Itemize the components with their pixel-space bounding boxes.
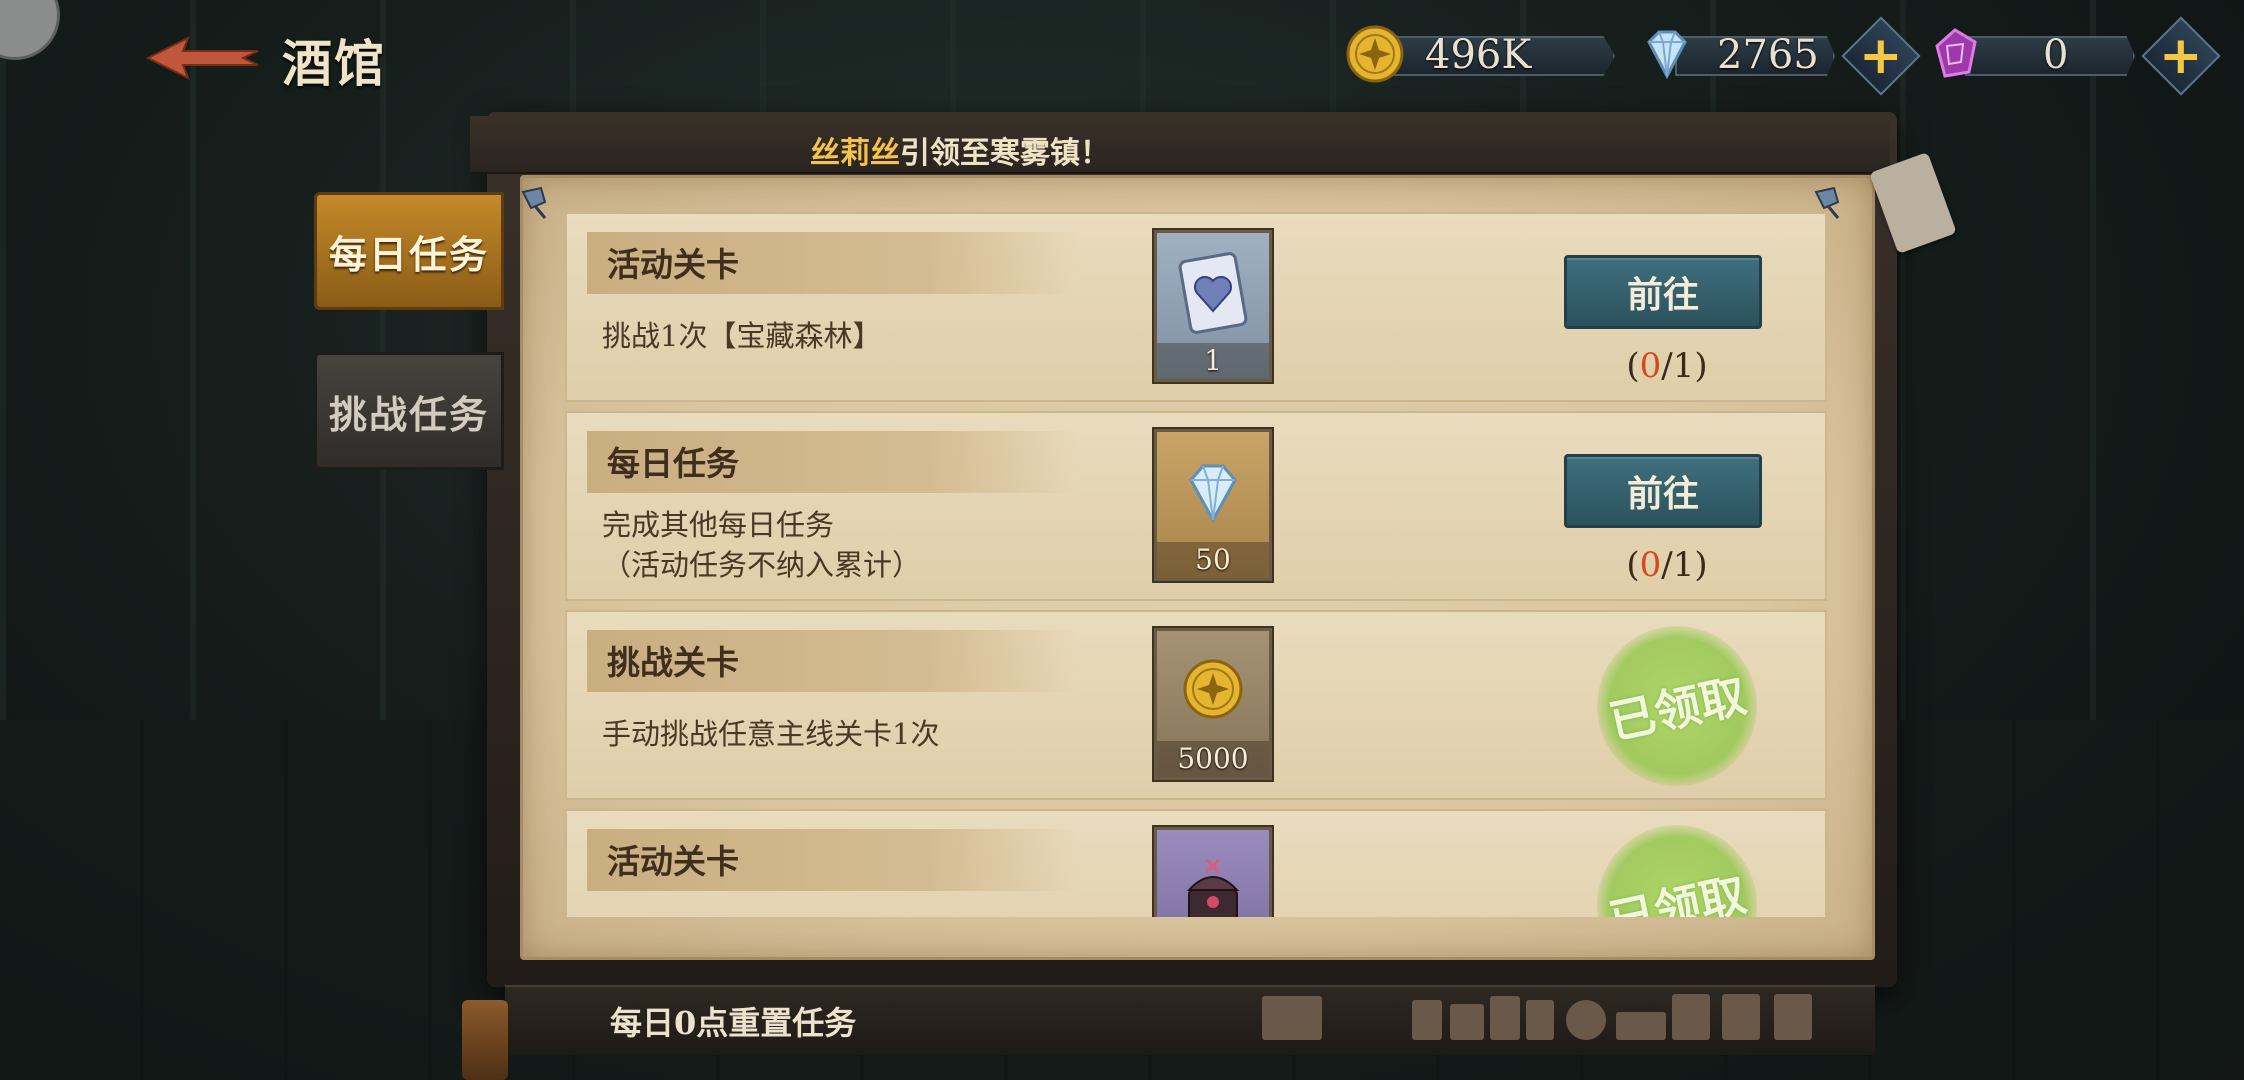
reward-slot[interactable]: 50 — [1154, 429, 1272, 581]
task-name: 挑战关卡 — [607, 643, 739, 682]
gold-currency: 496K — [1345, 24, 1615, 84]
go-button[interactable]: 前往 — [1564, 255, 1762, 329]
gold-coin-icon — [1171, 645, 1255, 737]
task-name: 活动关卡 — [607, 842, 739, 881]
claimed-stamp: 已领取 — [1582, 611, 1772, 801]
task-description: 完成其他每日任务 （活动任务不纳入累计） — [602, 508, 922, 582]
heart-card-icon — [1171, 247, 1255, 339]
task-name: 活动关卡 — [607, 245, 739, 284]
jar-icon — [1526, 1000, 1554, 1040]
diamond-icon — [1171, 446, 1255, 538]
reward-slot[interactable]: 1 — [1154, 230, 1272, 382]
pin-icon — [521, 186, 547, 219]
task-card: 活动关卡 已领取 — [565, 809, 1827, 917]
banner-message: 丝莉丝引领至寒雾镇！ — [810, 128, 1110, 172]
task-list[interactable]: 活动关卡 挑战1次【宝藏森林】 1 前往 (0/1) 每日任务 完成其他每日任务… — [565, 212, 1827, 917]
purple-crystal-icon — [1925, 24, 1985, 84]
crystal-value: 0 — [2043, 32, 2069, 78]
task-progress: (0/1) — [1626, 545, 1708, 585]
scroll-icon — [1616, 1012, 1666, 1040]
claimed-stamp: 已领取 — [1582, 810, 1772, 917]
tab-challenge-label: 挑战任务 — [328, 391, 489, 437]
tab-daily-tasks[interactable]: 每日任务 — [314, 192, 504, 310]
task-card: 每日任务 完成其他每日任务 （活动任务不纳入累计） 50 前往 (0/1) — [565, 411, 1827, 601]
reward-count: 5000 — [1157, 741, 1269, 777]
task-card: 挑战关卡 手动挑战任意主线关卡1次 5000 已领取 — [565, 610, 1827, 801]
reward-slot[interactable] — [1154, 827, 1272, 917]
treasure-chest-icon — [1171, 844, 1255, 917]
book-stack-icon — [1262, 996, 1322, 1040]
reward-count: 50 — [1157, 542, 1269, 578]
figurine-icon — [1774, 994, 1812, 1040]
gold-coin-icon — [1345, 24, 1405, 84]
jar-icon — [1490, 996, 1520, 1040]
task-card: 活动关卡 挑战1次【宝藏森林】 1 前往 (0/1) — [565, 212, 1827, 402]
task-description: 手动挑战任意主线关卡1次 — [602, 717, 940, 751]
candle-icon — [462, 1000, 508, 1080]
task-name: 每日任务 — [607, 444, 739, 483]
diamond-icon — [1635, 24, 1695, 84]
crystal-currency: 0 + — [1925, 16, 2221, 96]
diamond-value: 2765 — [1717, 32, 1819, 78]
tab-challenge-tasks[interactable]: 挑战任务 — [314, 352, 504, 470]
task-description: 挑战1次【宝藏森林】 — [602, 319, 882, 353]
clock-icon — [1566, 1000, 1606, 1040]
reward-count: 1 — [1157, 343, 1269, 379]
go-button[interactable]: 前往 — [1564, 454, 1762, 528]
diamond-currency: 2765 + — [1635, 16, 1921, 96]
tab-daily-label: 每日任务 — [328, 231, 489, 277]
banner-text: 引领至寒雾镇！ — [900, 136, 1110, 171]
task-progress: (0/1) — [1626, 346, 1708, 386]
bottle-icon — [1450, 1004, 1484, 1040]
reset-notice: 每日0点重置任务 — [610, 1004, 857, 1042]
figurine-icon — [1722, 994, 1760, 1040]
bottle-icon — [1412, 1000, 1442, 1040]
page-title: 酒馆 — [282, 34, 386, 93]
back-button[interactable] — [140, 30, 265, 86]
back-arrow-icon — [145, 35, 258, 81]
gold-value: 496K — [1425, 32, 1532, 78]
banner-highlight: 丝莉丝 — [810, 136, 900, 171]
scrolling-banner — [470, 116, 1890, 174]
reward-slot[interactable]: 5000 — [1154, 628, 1272, 780]
figurine-icon — [1672, 994, 1710, 1040]
